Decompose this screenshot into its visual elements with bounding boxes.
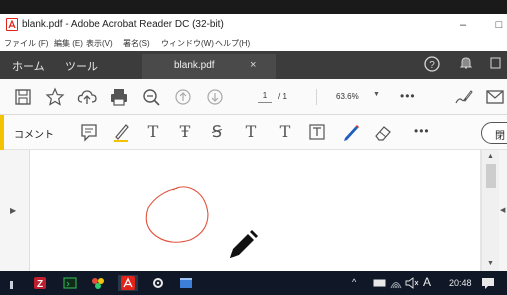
terminal-icon[interactable] (62, 275, 78, 291)
main-toolbar: 1 / 1 63.6% ▼ ••• (0, 79, 507, 115)
scrollbar-thumb[interactable] (486, 164, 496, 188)
current-page-input[interactable]: 1 (258, 91, 272, 103)
maximize-button[interactable]: □ (491, 17, 507, 33)
screen-top-strip (0, 0, 507, 14)
insert-text-icon[interactable]: T (240, 122, 262, 141)
total-pages: / 1 (278, 92, 287, 101)
close-tab-button[interactable]: × (250, 59, 256, 71)
menu-file[interactable]: ファイル (F) (4, 38, 48, 49)
save-icon[interactable] (12, 86, 34, 108)
scroll-down-icon[interactable]: ▼ (487, 260, 494, 267)
tab-document[interactable]: blank.pdf × (142, 54, 276, 79)
menu-sign[interactable]: 署名(S) (123, 38, 150, 49)
acrobat-taskbar-icon[interactable] (118, 275, 138, 291)
print-icon[interactable] (108, 86, 130, 108)
help-icon[interactable]: ? (422, 55, 442, 75)
paint-app-icon[interactable] (90, 275, 106, 291)
sign-in-icon[interactable] (486, 55, 506, 75)
title-bar: blank.pdf - Adobe Acrobat Reader DC (32-… (0, 14, 507, 36)
close-comment-label: 閉 (495, 131, 505, 142)
input-language[interactable]: A (423, 275, 431, 289)
comment-accent-bar (0, 115, 4, 150)
vertical-scrollbar[interactable]: ▲ ▼ (482, 150, 499, 271)
add-text-icon[interactable]: T (274, 122, 296, 141)
comment-toolbar: コメント T Ŧ Ꞩ T T ••• 閉 (0, 115, 507, 150)
start-icon[interactable] (8, 275, 24, 291)
tab-tools[interactable]: ツール (65, 58, 98, 74)
left-panel-toggle[interactable]: ▶ (0, 150, 30, 271)
tab-home[interactable]: ホーム (12, 58, 45, 74)
notification-bell-icon[interactable] (456, 55, 476, 75)
window-app-icon[interactable] (178, 275, 194, 291)
tab-bar: ホーム ツール blank.pdf × ? (0, 51, 507, 79)
volume-icon[interactable] (404, 275, 420, 291)
sticky-note-icon[interactable] (78, 121, 100, 143)
window-title: blank.pdf - Adobe Acrobat Reader DC (32-… (22, 19, 224, 30)
pen-cursor-icon (226, 228, 258, 267)
expand-left-panel-icon[interactable]: ▶ (10, 206, 16, 215)
eraser-icon[interactable] (372, 121, 394, 143)
bookmark-star-icon[interactable] (44, 86, 66, 108)
battery-icon[interactable] (372, 275, 388, 291)
right-panel-toggle[interactable]: ◀ (499, 150, 507, 271)
menu-help[interactable]: ヘルプ(H) (215, 38, 250, 49)
replace-text-icon[interactable]: Ꞩ (206, 122, 228, 141)
toolbar-divider (316, 89, 317, 105)
menu-edit[interactable]: 編集 (E) (54, 38, 83, 49)
sign-pen-icon[interactable] (452, 86, 474, 108)
more-tools-button[interactable]: ••• (400, 89, 416, 103)
next-page-icon[interactable] (204, 86, 226, 108)
zoom-level-dropdown[interactable]: 63.6% (336, 92, 359, 101)
menu-bar: ファイル (F) 編集 (E) 表示(V) 署名(S) ウィンドウ(W) ヘルプ… (0, 36, 507, 51)
acrobat-logo-icon (6, 18, 18, 31)
wifi-icon[interactable] (388, 275, 404, 291)
svg-text:?: ? (429, 60, 435, 71)
draw-pencil-icon[interactable] (340, 121, 362, 143)
document-tab-label: blank.pdf (174, 60, 215, 71)
filezilla-icon[interactable]: Z (32, 275, 48, 291)
expand-right-panel-icon[interactable]: ◀ (500, 206, 505, 214)
minimize-button[interactable]: – (455, 17, 471, 33)
taskbar-clock[interactable]: 20:48 (449, 278, 472, 288)
tray-overflow-icon[interactable]: ^ (352, 277, 356, 287)
menu-view[interactable]: 表示(V) (86, 38, 113, 49)
close-comment-button[interactable]: 閉 (481, 122, 507, 144)
cloud-upload-icon[interactable] (76, 86, 98, 108)
highlight-pen-icon[interactable] (110, 121, 132, 143)
zoom-out-search-icon[interactable] (140, 86, 162, 108)
windows-taskbar: Z ^ A 20:48 (0, 271, 507, 295)
more-comment-tools-button[interactable]: ••• (414, 124, 430, 138)
text-box-icon[interactable] (306, 121, 328, 143)
underline-text-icon[interactable]: T (142, 122, 164, 141)
svg-text:Z: Z (37, 279, 43, 290)
scroll-up-icon[interactable]: ▲ (487, 153, 494, 160)
comment-label: コメント (14, 130, 54, 141)
action-center-icon[interactable] (480, 275, 496, 291)
previous-page-icon[interactable] (172, 86, 194, 108)
settings-gear-icon[interactable] (150, 275, 166, 291)
strikethrough-text-icon[interactable]: Ŧ (174, 122, 196, 141)
zoom-caret-icon[interactable]: ▼ (373, 91, 380, 98)
menu-window[interactable]: ウィンドウ(W) (161, 38, 214, 49)
email-icon[interactable] (484, 86, 506, 108)
